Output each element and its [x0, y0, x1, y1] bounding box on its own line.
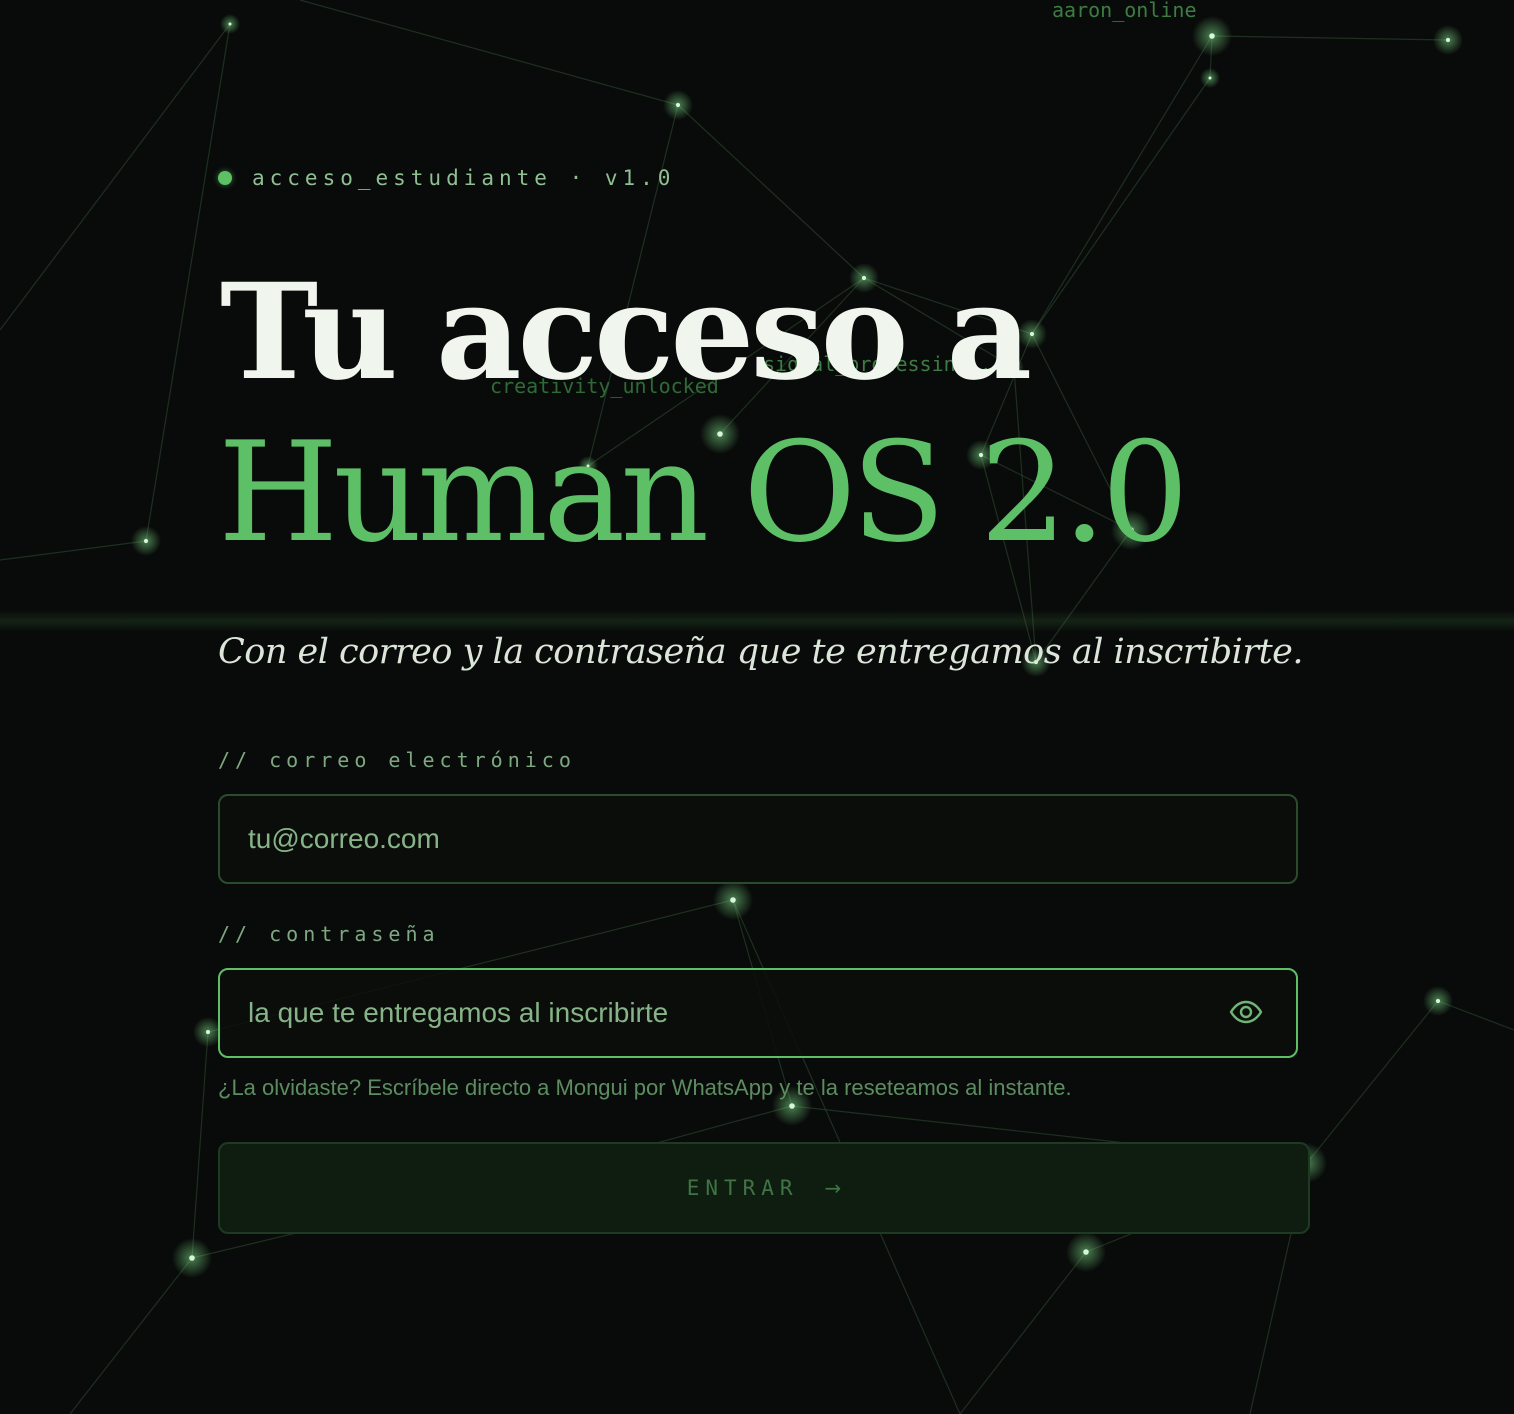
email-field-wrapper [218, 794, 1298, 884]
toggle-password-button[interactable] [1226, 994, 1266, 1030]
network-edge [0, 23, 231, 331]
network-node [1209, 33, 1215, 39]
password-field-wrapper [218, 968, 1298, 1058]
floating-label-aaron: aaron_online [1052, 0, 1197, 22]
network-node [1208, 76, 1212, 80]
status-dot-icon [218, 171, 232, 185]
password-label: // contraseña [218, 922, 440, 946]
network-edge [1306, 1000, 1439, 1164]
eyebrow: acceso_estudiante · v1.0 [218, 166, 675, 190]
network-node [675, 102, 681, 108]
page-title-highlight: Human OS 2.0 [218, 412, 1189, 573]
network-edge [677, 104, 865, 279]
network-node [1435, 998, 1441, 1004]
network-node [1029, 331, 1035, 337]
eyebrow-text: acceso_estudiante · v1.0 [252, 166, 676, 190]
network-edge [1211, 35, 1449, 41]
network-node [143, 538, 149, 544]
network-node [1445, 37, 1451, 43]
network-edge [959, 1251, 1087, 1414]
network-edge [69, 1257, 193, 1414]
submit-button[interactable]: ENTRAR → [218, 1142, 1310, 1234]
network-node [789, 1103, 795, 1109]
arrow-right-icon: → [824, 1176, 842, 1200]
email-field[interactable] [248, 796, 1188, 882]
forgot-password-hint: ¿La olvidaste? Escríbele directo a Mongu… [218, 1075, 1072, 1100]
eye-icon [1229, 1000, 1263, 1024]
network-edge [1031, 35, 1213, 335]
network-node [228, 22, 232, 26]
network-node [1083, 1249, 1089, 1255]
password-field[interactable] [248, 970, 1188, 1056]
submit-label: ENTRAR [686, 1176, 799, 1200]
page-subtitle: Con el correo y la contraseña que te ent… [218, 632, 1303, 672]
network-node [189, 1255, 195, 1261]
network-node [205, 1029, 211, 1035]
network-node [730, 897, 736, 903]
page-title: Tu acceso a [220, 255, 1032, 410]
network-edge [1031, 77, 1211, 335]
email-label: // correo electrónico [218, 748, 576, 772]
network-edge [299, 0, 679, 106]
network-edge [0, 540, 147, 561]
network-edge [191, 1031, 209, 1259]
